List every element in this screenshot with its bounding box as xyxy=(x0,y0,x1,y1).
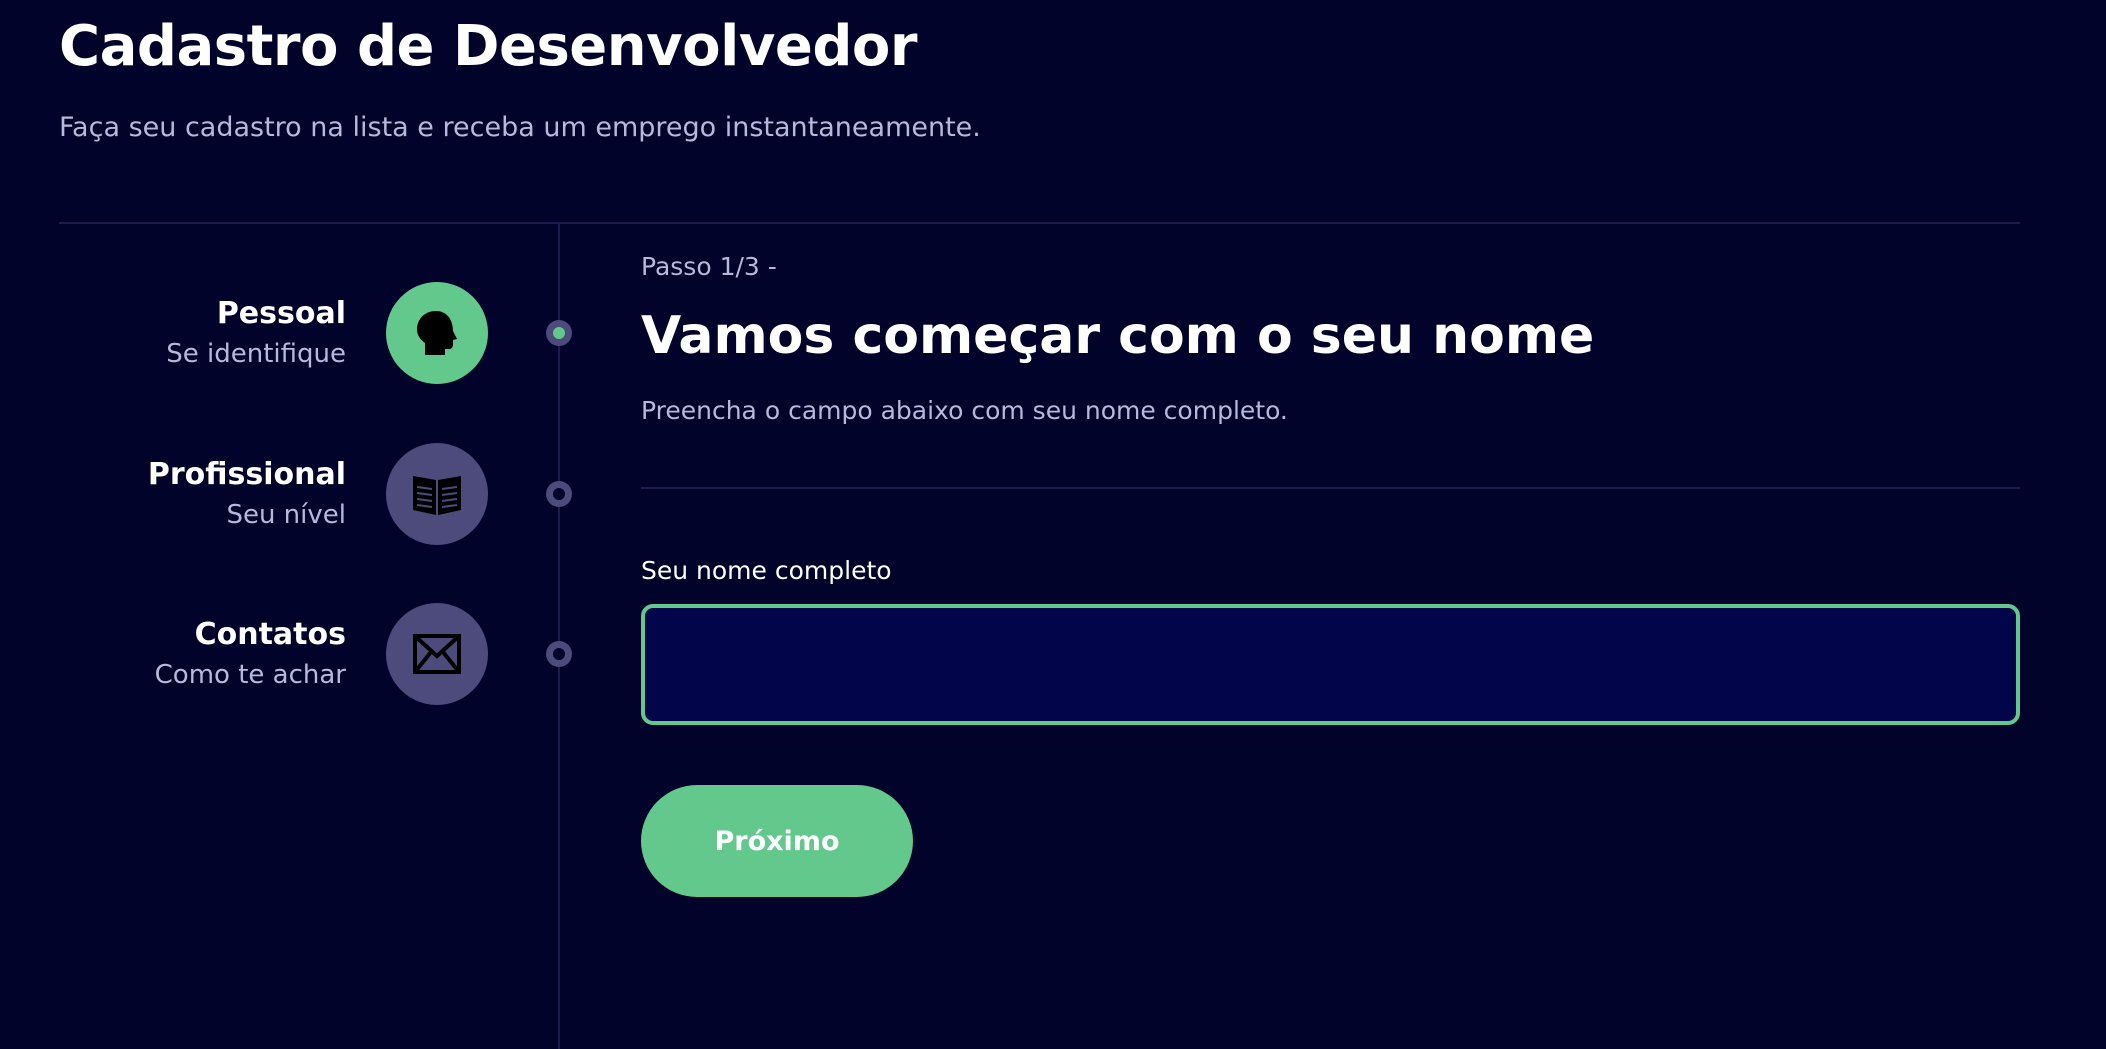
next-button[interactable]: Próximo xyxy=(641,785,913,897)
step-description: Como te achar xyxy=(154,660,346,690)
step-title: Profissional xyxy=(147,457,346,492)
page-title: Cadastro de Desenvolvedor xyxy=(59,14,918,79)
step-description: Seu nível xyxy=(226,500,346,530)
step-text: Profissional Seu nível xyxy=(148,455,346,535)
form-description: Preencha o campo abaixo com seu nome com… xyxy=(641,396,1288,425)
step-text: Pessoal Se identifique xyxy=(166,294,346,374)
step-item-contatos[interactable]: Contatos Como te achar xyxy=(0,603,572,705)
step-icon-circle xyxy=(386,443,488,545)
registration-page: Cadastro de Desenvolvedor Faça seu cadas… xyxy=(0,0,2106,1049)
step-icon-circle xyxy=(386,282,488,384)
form-divider xyxy=(641,487,2020,489)
page-subtitle: Faça seu cadastro na lista e receba um e… xyxy=(59,112,981,143)
header-divider xyxy=(59,222,2020,224)
book-icon xyxy=(413,476,461,515)
step-counter: Passo 1/3 - xyxy=(641,252,777,281)
step-marker xyxy=(546,481,572,507)
step-icon-circle xyxy=(386,603,488,705)
step-item-pessoal[interactable]: Pessoal Se identifique xyxy=(0,282,572,384)
step-item-profissional[interactable]: Profissional Seu nível xyxy=(0,443,572,545)
envelope-icon xyxy=(413,634,461,674)
step-text: Contatos Como te achar xyxy=(155,615,346,695)
step-marker xyxy=(546,320,572,346)
name-input[interactable] xyxy=(641,604,2020,725)
step-description: Se identifique xyxy=(166,339,346,369)
step-title: Pessoal xyxy=(216,296,346,331)
step-marker xyxy=(546,641,572,667)
step-title: Contatos xyxy=(194,617,346,652)
form-title: Vamos começar com o seu nome xyxy=(641,306,1595,366)
head-icon xyxy=(417,311,457,355)
name-field-label: Seu nome completo xyxy=(641,556,892,585)
